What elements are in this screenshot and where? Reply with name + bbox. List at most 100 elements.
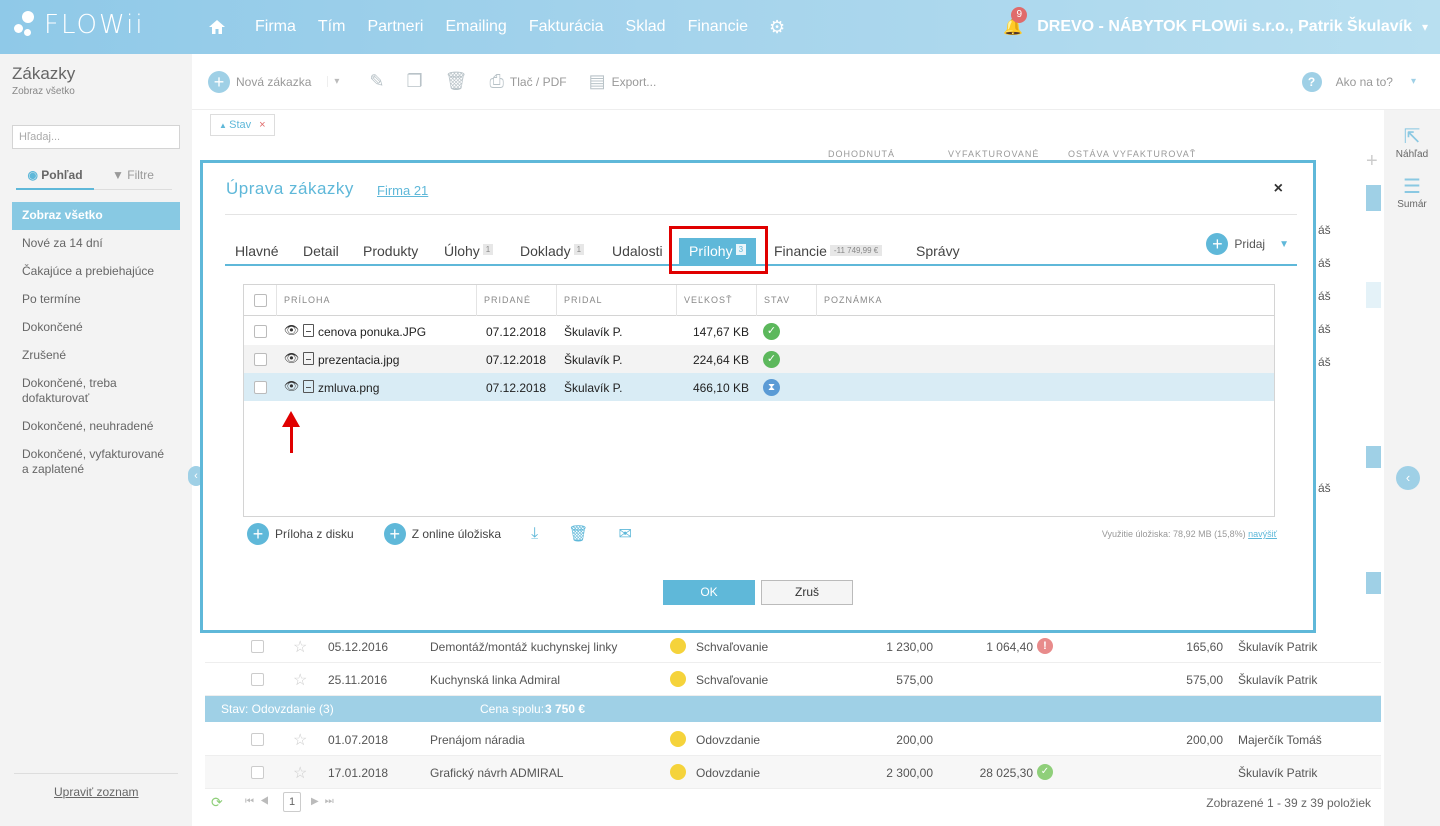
storage-increase-link[interactable]: navýšiť (1248, 529, 1277, 539)
attachment-name[interactable]: prezentacia.jpg (318, 353, 399, 367)
new-order-button[interactable]: + Nová zákazka ▾ (208, 70, 339, 93)
nav-item-sklad[interactable]: Sklad (626, 18, 666, 36)
tab-label: Doklady (520, 243, 571, 259)
column-header-attachment[interactable]: PRÍLOHA (277, 285, 477, 316)
row-checkbox[interactable] (254, 381, 267, 394)
attachment-row[interactable]: 👁 cenova ponuka.JPG 07.12.2018 Škulavík … (244, 317, 1274, 345)
tab-finance[interactable]: Financie -11 749,99 € (774, 243, 883, 259)
row-checkbox[interactable] (251, 733, 264, 746)
tab-main[interactable]: Hlavné (235, 243, 279, 259)
sidebar-menu: Zobraz všetko Nové za 14 dní Čakajúce a … (12, 202, 180, 484)
notifications-bell-icon[interactable]: 🔔 9 (1003, 7, 1028, 37)
sidebar-item-unpaid[interactable]: Dokončené, neuhradené (12, 413, 180, 441)
column-header-note[interactable]: POZNÁMKA (817, 285, 1274, 316)
status-filter-chip[interactable]: ▲ Stav × (210, 114, 275, 136)
tab-documents[interactable]: Doklady 1 (520, 243, 585, 259)
trash-icon[interactable]: 🗑 (445, 71, 468, 92)
first-prev-page-icon[interactable]: ⏮◀ (245, 796, 275, 807)
copy-icon[interactable]: ❐ (407, 71, 423, 92)
sidebar-item-done[interactable]: Dokončené (12, 314, 180, 342)
table-row[interactable]: ☆ 01.07.2018 Prenájom náradia Odovzdanie… (205, 723, 1381, 756)
tab-filters[interactable]: ▼ Filtre (94, 168, 172, 190)
preview-eye-icon[interactable]: 👁 (284, 351, 299, 365)
star-icon[interactable]: ☆ (293, 670, 307, 690)
row-checkbox[interactable] (254, 325, 267, 338)
column-header-invoiced[interactable]: VYFAKTUROVANÉ (948, 149, 1039, 159)
sidebar-item-new-14-days[interactable]: Nové za 14 dní (12, 230, 180, 258)
sidebar-item-to-invoice[interactable]: Dokončené, treba dofakturovať (12, 370, 180, 413)
remove-filter-icon[interactable]: × (259, 119, 265, 131)
column-header-agreed[interactable]: DOHODNUTÁ (828, 149, 895, 159)
export-button[interactable]: ▤ Export... (589, 71, 657, 92)
settings-gear-icon[interactable]: ⚙ (769, 17, 785, 38)
account-menu[interactable]: 🔔 9 DREVO - NÁBYTOK FLOWii s.r.o., Patrik… (1003, 0, 1428, 54)
column-header-added[interactable]: PRIDANÉ (477, 285, 557, 316)
star-icon[interactable]: ☆ (293, 637, 307, 657)
home-icon[interactable] (206, 16, 228, 38)
page-number[interactable]: 1 (283, 792, 301, 812)
preview-eye-icon[interactable]: 👁 (284, 379, 299, 393)
nav-item-partneri[interactable]: Partneri (367, 18, 423, 36)
download-icon[interactable]: ⤓ (531, 525, 538, 543)
add-column-icon[interactable]: + (1366, 150, 1378, 173)
tab-products[interactable]: Produkty (363, 243, 418, 259)
sidebar-item-paid[interactable]: Dokončené, vyfakturované a zaplatené (12, 441, 180, 484)
edit-pencil-icon[interactable]: ✎ (369, 71, 384, 92)
tab-view[interactable]: ◉ Pohľad (16, 168, 94, 190)
select-all-checkbox[interactable] (254, 294, 267, 307)
flowii-logo[interactable]: FLOWii (12, 9, 145, 41)
company-link[interactable]: Firma 21 (377, 183, 428, 198)
table-row[interactable]: ☆ 05.12.2016 Demontáž/montáž kuchynskej … (205, 630, 1381, 663)
search-input[interactable]: Hľadaj... (12, 125, 180, 149)
nav-item-fakturacia[interactable]: Fakturácia (529, 18, 604, 36)
column-header-status[interactable]: STAV (757, 285, 817, 316)
close-icon[interactable]: × (1274, 180, 1283, 198)
preview-button[interactable]: ⇱ Náhľad (1384, 124, 1440, 160)
nav-item-firma[interactable]: Firma (255, 18, 296, 36)
trash-icon[interactable]: 🗑 (568, 524, 588, 544)
preview-eye-icon[interactable]: 👁 (284, 323, 299, 337)
print-pdf-button[interactable]: ⎙ Tlač / PDF (490, 71, 567, 92)
attachment-row[interactable]: 👁 zmluva.png 07.12.2018 Škulavík P. 466,… (244, 373, 1274, 401)
attachment-row[interactable]: 👁 prezentacia.jpg 07.12.2018 Škulavík P.… (244, 345, 1274, 373)
column-header-remaining[interactable]: OSTÁVA VYFAKTUROVAŤ (1068, 149, 1196, 159)
help-button[interactable]: ? Ako na to? ▾ (1301, 71, 1416, 92)
add-from-cloud-button[interactable]: + Z online úložiska (383, 523, 501, 545)
sidebar-item-cancelled[interactable]: Zrušené (12, 342, 180, 370)
sidebar-item-overdue[interactable]: Po termíne (12, 286, 180, 314)
tab-events[interactable]: Udalosti (612, 243, 663, 259)
ok-button[interactable]: OK (663, 580, 755, 605)
summary-button[interactable]: ☰ Sumár (1384, 174, 1440, 210)
column-header-added-by[interactable]: PRIDAL (557, 285, 677, 316)
sidebar-item-pending[interactable]: Čakajúce a prebiehajúce (12, 258, 180, 286)
chevron-down-icon[interactable]: ▼ (1279, 239, 1289, 250)
cancel-button[interactable]: Zruš (761, 580, 853, 605)
group-header[interactable]: Stav: Odovzdanie (3) Cena spolu: 3 750 € (205, 696, 1381, 722)
column-header-size[interactable]: VEĽKOSŤ (677, 285, 757, 316)
row-checkbox[interactable] (251, 640, 264, 653)
table-row[interactable]: ☆ 17.01.2018 Grafický návrh ADMIRAL Odov… (205, 756, 1381, 789)
next-last-page-icon[interactable]: ▶⏭ (311, 796, 340, 807)
nav-item-financie[interactable]: Financie (688, 18, 748, 36)
star-icon[interactable]: ☆ (293, 763, 307, 783)
tab-tasks[interactable]: Úlohy 1 (444, 243, 494, 259)
edit-list-link[interactable]: Upraviť zoznam (54, 785, 139, 799)
row-checkbox[interactable] (251, 673, 264, 686)
star-icon[interactable]: ☆ (293, 730, 307, 750)
table-row[interactable]: ☆ 25.11.2016 Kuchynská linka Admiral Sch… (205, 663, 1381, 696)
row-checkbox[interactable] (254, 353, 267, 366)
row-checkbox[interactable] (251, 766, 264, 779)
add-from-disk-button[interactable]: + Príloha z disku (247, 523, 354, 545)
add-button[interactable]: + Pridaj ▼ (1206, 233, 1289, 255)
chevron-down-icon[interactable]: ▾ (327, 76, 339, 87)
tab-detail[interactable]: Detail (303, 243, 339, 259)
tab-messages[interactable]: Správy (916, 243, 960, 259)
rail-collapse-icon[interactable]: ‹ (1396, 466, 1420, 490)
attachment-name[interactable]: zmluva.png (318, 381, 379, 395)
refresh-icon[interactable]: ⟳ (211, 794, 223, 811)
email-icon[interactable]: ✉ (618, 524, 631, 544)
nav-item-tim[interactable]: Tím (318, 18, 346, 36)
nav-item-emailing[interactable]: Emailing (445, 18, 506, 36)
attachment-name[interactable]: cenova ponuka.JPG (318, 325, 426, 339)
sidebar-item-all[interactable]: Zobraz všetko (12, 202, 180, 230)
